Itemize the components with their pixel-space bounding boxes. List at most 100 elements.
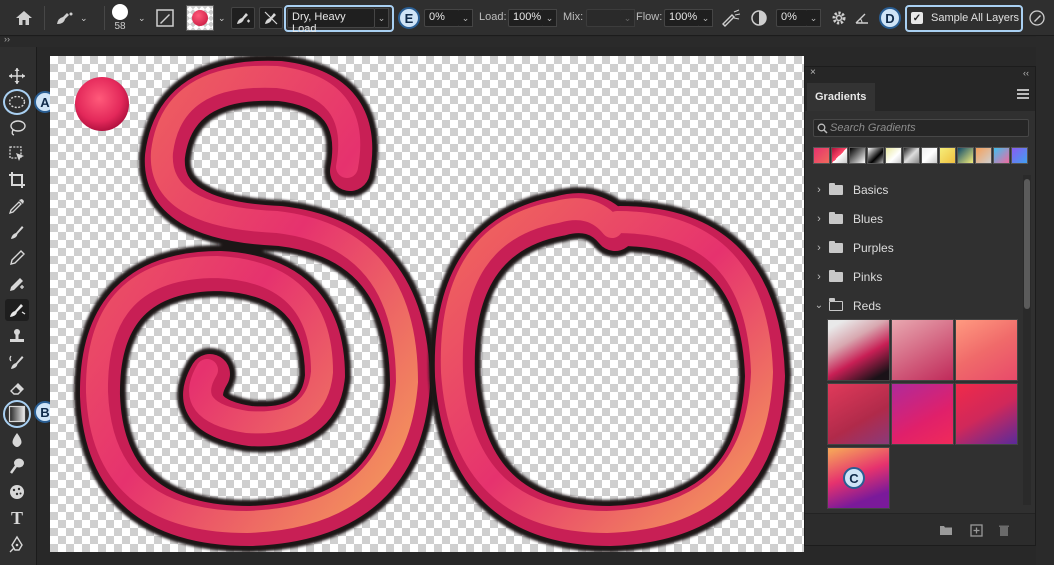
mixer-preset-select[interactable]: Dry, Heavy Load — [287, 8, 375, 35]
clean-brush-after-stroke-toggle[interactable] — [259, 7, 283, 29]
gradient-swatch[interactable] — [955, 319, 1018, 381]
chevron-down-icon[interactable]: ⌄ — [809, 300, 829, 311]
elliptical-marquee-tool-icon[interactable] — [5, 91, 29, 113]
gradient-swatch[interactable] — [827, 319, 890, 381]
clone-stamp-tool-icon[interactable] — [5, 325, 29, 347]
folder-reds[interactable]: ⌄ Reds — [805, 291, 1023, 320]
chevron-down-icon: ⌄ — [80, 12, 88, 23]
flow-label: Flow: — [636, 11, 663, 23]
chevron-down-icon[interactable]: ⌄ — [621, 9, 635, 27]
mix-field[interactable] — [586, 9, 622, 27]
recent-gradient-swatch[interactable] — [885, 147, 902, 164]
chevron-down-icon[interactable]: ⌄ — [138, 0, 146, 36]
sample-all-layers-label: Sample All Layers — [931, 12, 1020, 24]
current-brush-load-swatch[interactable]: ⌄ — [186, 0, 226, 36]
folder-label: Reds — [853, 298, 882, 313]
tools-panel: B A T — [0, 47, 56, 565]
so-lettering-artwork — [73, 56, 791, 552]
panel-scrollbar[interactable] — [1023, 175, 1031, 505]
type-tool-icon[interactable]: T — [5, 507, 29, 529]
folder-icon — [829, 240, 843, 253]
tool-preset-picker[interactable]: ⌄ — [54, 0, 88, 36]
brush-tip-icon — [112, 4, 128, 20]
sample-all-layers-checkbox[interactable]: ✓ Sample All Layers — [911, 0, 1019, 36]
sponge-tool-icon[interactable] — [5, 481, 29, 503]
pressure-size-icon[interactable] — [1028, 0, 1046, 36]
mixer-brush-tool-icon[interactable] — [5, 299, 29, 321]
chevron-down-icon[interactable]: ⌄ — [375, 8, 389, 28]
folder-pinks[interactable]: › Pinks — [805, 262, 1023, 291]
brush-settings-toggle[interactable] — [156, 0, 174, 36]
close-icon[interactable]: × — [810, 67, 816, 78]
gear-icon[interactable] — [830, 0, 848, 36]
recent-gradient-swatch[interactable] — [1011, 147, 1028, 164]
chevron-down-icon[interactable]: ⌄ — [543, 9, 557, 27]
object-selection-tool-icon[interactable] — [5, 143, 29, 165]
callout-d: D — [879, 7, 901, 29]
gradient-swatch[interactable] — [827, 383, 890, 445]
collapse-panel-icon[interactable]: ‹‹ — [1023, 68, 1029, 78]
trash-icon[interactable] — [997, 524, 1011, 536]
move-tool-icon[interactable] — [5, 65, 29, 87]
gradient-tool-icon[interactable] — [5, 403, 29, 425]
recent-gradient-swatch[interactable] — [849, 147, 866, 164]
new-group-folder-icon[interactable] — [939, 524, 953, 536]
chevron-down-icon[interactable]: ⌄ — [459, 9, 473, 27]
airbrush-toggle[interactable] — [720, 0, 742, 36]
eraser-tool-icon[interactable] — [5, 377, 29, 399]
recent-gradient-swatch[interactable] — [975, 147, 992, 164]
angle-icon[interactable] — [854, 0, 870, 36]
pen-tool-icon[interactable] — [5, 533, 29, 555]
healing-brush-tool-icon[interactable] — [5, 221, 29, 243]
wet-field[interactable]: 0% — [424, 9, 460, 27]
recent-gradient-swatch[interactable] — [957, 147, 974, 164]
folder-icon — [829, 182, 843, 195]
folder-blues[interactable]: › Blues — [805, 204, 1023, 233]
history-brush-tool-icon[interactable] — [5, 351, 29, 373]
eyedropper-tool-icon[interactable] — [5, 195, 29, 217]
folder-basics[interactable]: › Basics — [805, 175, 1023, 204]
recent-gradient-swatch[interactable] — [867, 147, 884, 164]
search-gradients-field[interactable] — [813, 119, 1029, 137]
dodge-tool-icon[interactable] — [5, 455, 29, 477]
blur-tool-icon[interactable] — [5, 429, 29, 451]
chevron-right-icon[interactable]: › — [809, 271, 829, 283]
recent-gradient-swatch[interactable] — [903, 147, 920, 164]
search-icon — [817, 123, 828, 134]
flow-field[interactable]: 100% — [664, 9, 700, 27]
crop-tool-icon[interactable] — [5, 169, 29, 191]
color-replacement-tool-icon[interactable] — [5, 273, 29, 295]
scrollbar-thumb[interactable] — [1024, 179, 1030, 309]
panel-menu-icon[interactable] — [1017, 89, 1029, 99]
folder-purples[interactable]: › Purples — [805, 233, 1023, 262]
gradient-swatch[interactable] — [891, 383, 954, 445]
brush-settings-icon — [156, 9, 174, 27]
recent-gradient-swatch[interactable] — [831, 147, 848, 164]
chevron-right-icon[interactable]: › — [809, 213, 829, 225]
new-gradient-icon[interactable] — [969, 524, 983, 537]
recent-gradient-swatch[interactable] — [813, 147, 830, 164]
open-folder-icon — [828, 298, 843, 311]
lasso-tool-icon[interactable] — [5, 117, 29, 139]
document-canvas[interactable] — [50, 56, 804, 552]
chevron-right-icon[interactable]: › — [809, 184, 829, 196]
recent-gradient-swatch[interactable] — [921, 147, 938, 164]
smoothing-field[interactable]: 0% — [776, 9, 808, 27]
search-gradients-input[interactable] — [830, 121, 1024, 135]
recent-gradient-swatch[interactable] — [939, 147, 956, 164]
brush-size-picker[interactable]: 58 — [112, 0, 128, 36]
gradient-swatch[interactable] — [891, 319, 954, 381]
chevron-down-icon[interactable]: ⌄ — [807, 9, 821, 27]
folder-icon — [829, 269, 843, 282]
recent-gradient-swatch[interactable] — [993, 147, 1010, 164]
chevron-down-icon[interactable]: ⌄ — [699, 9, 713, 27]
chevron-right-icon[interactable]: › — [809, 242, 829, 254]
home-icon[interactable] — [14, 0, 34, 36]
pencil-tool-icon[interactable] — [5, 247, 29, 269]
expand-panels-icon[interactable]: ›› — [4, 34, 10, 44]
smoothing-icon — [750, 0, 768, 36]
gradient-swatch[interactable] — [955, 383, 1018, 445]
load-brush-after-stroke-toggle[interactable] — [231, 7, 255, 29]
load-field[interactable]: 100% — [508, 9, 544, 27]
tab-gradients[interactable]: Gradients — [807, 83, 875, 111]
